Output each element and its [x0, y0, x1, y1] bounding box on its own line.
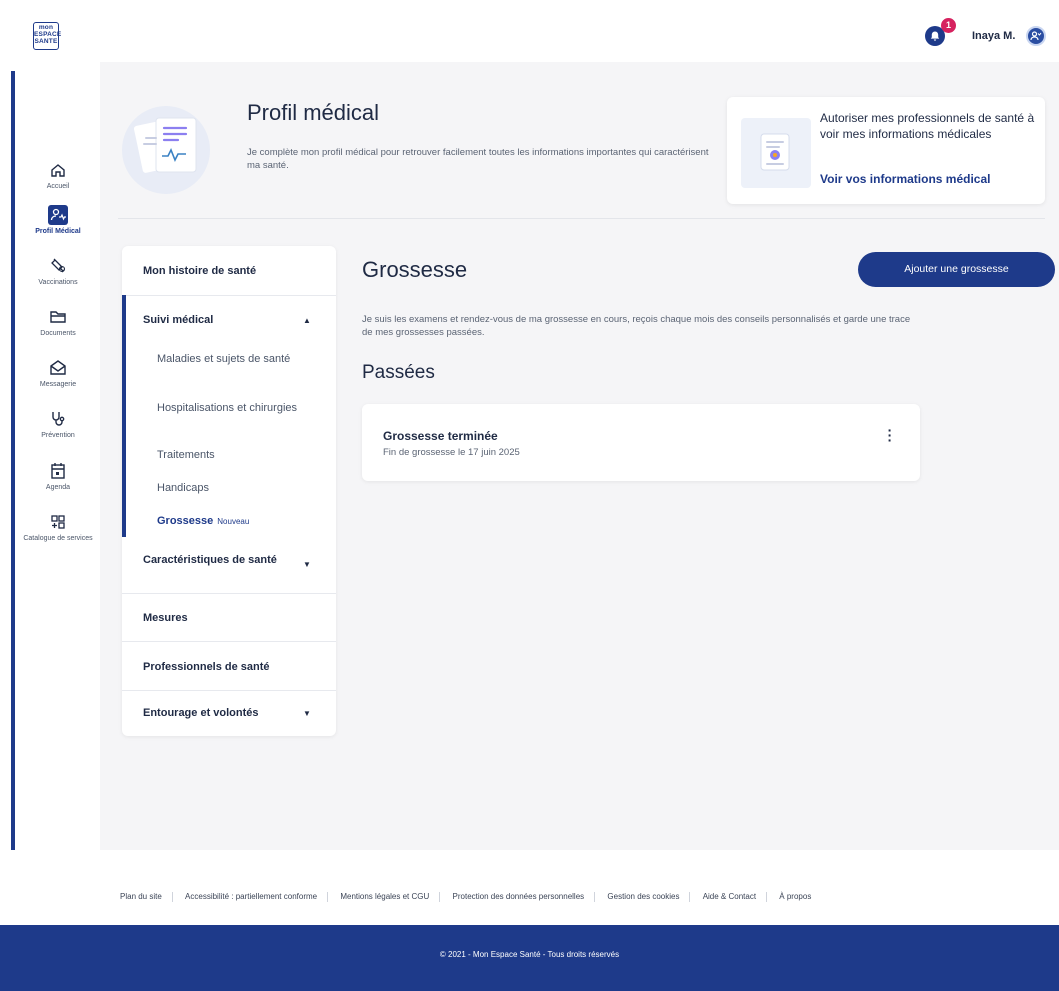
sidebar-item-messagerie[interactable]: Messagerie [18, 358, 98, 388]
menu-item-history[interactable]: Mon histoire de santé [122, 265, 336, 277]
footer-separator [594, 892, 596, 902]
logo-line-3: SANTE [34, 38, 58, 45]
menu-subitem-hospitalizations[interactable]: Hospitalisations et chirurgies [157, 401, 327, 415]
footer-links: Plan du site Accessibilité : partielleme… [120, 892, 980, 902]
view-medical-info-link[interactable]: Voir vos informations médical [820, 172, 990, 186]
menu-divider [122, 295, 336, 296]
add-pregnancy-button[interactable]: Ajouter une grossesse [858, 252, 1055, 287]
chevron-down-icon[interactable]: ▼ [303, 709, 311, 718]
sidebar-item-documents[interactable]: Documents [18, 307, 98, 337]
medical-profile-menu: Mon histoire de santé Suivi médical ▲ Ma… [122, 246, 336, 736]
sidebar-item-label: Accueil [46, 183, 70, 190]
notification-badge: 1 [941, 18, 956, 33]
medical-profile-illustration [118, 98, 218, 198]
profile-medical-icon [48, 205, 68, 225]
chevron-down-icon[interactable]: ▼ [303, 560, 311, 569]
syringe-icon [51, 258, 66, 273]
sidebar-item-prevention[interactable]: Prévention [18, 409, 98, 439]
footer-link-help[interactable]: Aide & Contact [703, 892, 756, 901]
chevron-up-icon[interactable]: ▲ [303, 316, 311, 325]
more-options-icon[interactable]: · · · [885, 423, 895, 447]
menu-item-characteristics[interactable]: Caractéristiques de santé [122, 553, 282, 568]
footer-separator [689, 892, 691, 902]
footer-link-cookies[interactable]: Gestion des cookies [607, 892, 679, 901]
sidebar-item-profil-medical[interactable]: Profil Médical [18, 205, 98, 235]
user-name[interactable]: Inaya M. [972, 30, 1015, 42]
menu-subitem-pregnancy-label: Grossesse [157, 515, 214, 527]
footer-separator [766, 892, 768, 902]
footer-link-privacy[interactable]: Protection des données personnelles [453, 892, 585, 901]
menu-subitem-diseases[interactable]: Maladies et sujets de santé [157, 352, 327, 366]
footer-separator [327, 892, 329, 902]
logo-line-1: mon [38, 24, 54, 31]
section-title: Grossesse [362, 257, 468, 282]
user-avatar-icon[interactable] [1026, 26, 1046, 46]
past-section-title: Passées [362, 362, 435, 383]
top-bar: mon ESPACE SANTE 1 Inaya M. [0, 0, 1059, 62]
home-icon [51, 164, 65, 177]
pregnancy-card-subtitle: Fin de grossesse le 17 juin 2025 [383, 447, 520, 458]
grid-icon [51, 515, 65, 529]
sidebar-item-vaccinations[interactable]: Vaccinations [18, 256, 98, 286]
menu-subitem-handicaps[interactable]: Handicaps [157, 481, 327, 495]
pregnancy-card-title: Grossesse terminée [383, 429, 498, 443]
menu-divider [122, 593, 336, 594]
sidebar-accent-bar [11, 71, 15, 850]
sidebar-item-label: Documents [40, 330, 76, 337]
footer-separator [171, 892, 173, 902]
footer-link-about[interactable]: À propos [779, 892, 811, 901]
footer-bar: © 2021 - Mon Espace Santé - Tous droits … [0, 925, 1059, 991]
stethoscope-icon [52, 412, 65, 426]
sidebar-item-label: Prévention [41, 432, 75, 439]
sidebar-item-label: Messagerie [39, 381, 77, 388]
folder-icon [50, 311, 66, 323]
page-title: Profil médical [247, 100, 380, 125]
authorize-professionals-card[interactable]: Autoriser mes professionnels de santé à … [727, 97, 1045, 204]
page-description: Je complète mon profil médical pour retr… [247, 147, 709, 171]
menu-subitem-pregnancy[interactable]: Grossesse Nouveau [157, 514, 327, 529]
sidebar-item-label: Catalogue de services [23, 535, 93, 542]
footer-link-accessibility[interactable]: Accessibilité : partiellement conforme [185, 892, 317, 901]
logo-line-2: ESPACE [34, 31, 62, 38]
sidebar-item-catalogue[interactable]: Catalogue de services [18, 512, 98, 542]
header-divider [118, 218, 1045, 219]
menu-subitem-treatments[interactable]: Traitements [157, 448, 327, 462]
new-badge: Nouveau [217, 517, 250, 526]
section-intro: Je suis les examens et rendez-vous de ma… [362, 314, 911, 338]
sidebar-item-agenda[interactable]: Agenda [18, 461, 98, 491]
mon-espace-sante-logo[interactable]: mon ESPACE SANTE [33, 22, 62, 50]
sidebar-item-accueil[interactable]: Accueil [18, 160, 98, 190]
authorize-text: Autoriser mes professionnels de santé à … [820, 111, 1035, 141]
sidebar-item-label: Profil Médical [35, 228, 81, 235]
menu-divider [122, 641, 336, 642]
document-shield-illustration [741, 118, 811, 188]
pregnancy-card[interactable]: Grossesse terminée Fin de grossesse le 1… [362, 404, 920, 481]
menu-active-accent [122, 295, 126, 537]
menu-divider [122, 690, 336, 691]
footer-separator [439, 892, 441, 902]
footer-link-sitemap[interactable]: Plan du site [120, 892, 162, 901]
sidebar-item-label: Agenda [45, 484, 71, 491]
copyright-text: © 2021 - Mon Espace Santé - Tous droits … [439, 950, 620, 959]
menu-item-professionals[interactable]: Professionnels de santé [122, 661, 336, 673]
mail-icon [50, 360, 66, 375]
sidebar-item-label: Vaccinations [38, 279, 78, 286]
footer-link-legal[interactable]: Mentions légales et CGU [340, 892, 429, 901]
menu-item-measures[interactable]: Mesures [122, 612, 336, 624]
calendar-icon [51, 463, 65, 479]
